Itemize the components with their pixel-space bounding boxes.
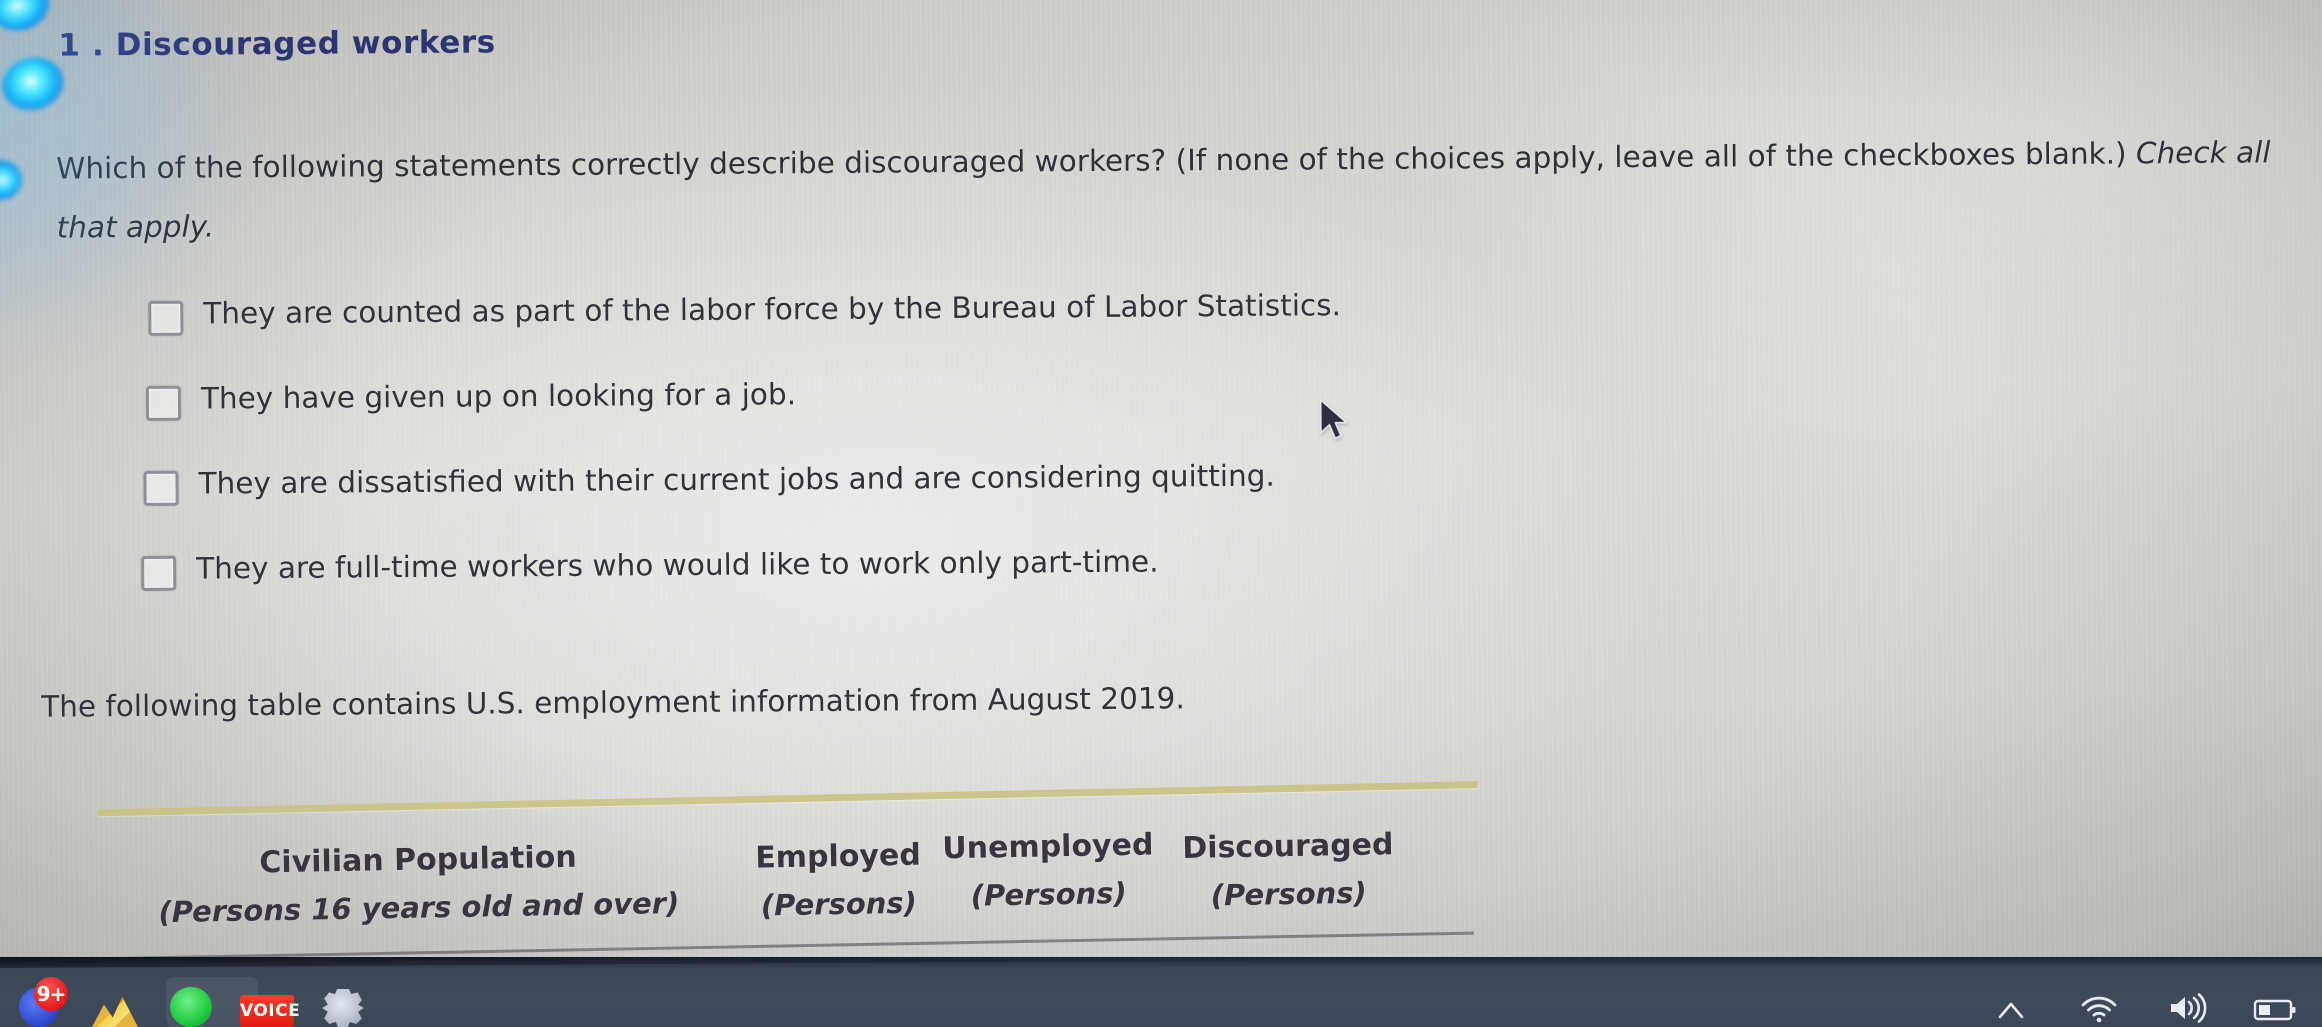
column-header-main: Discouraged <box>1182 827 1394 866</box>
checkbox-icon[interactable] <box>148 300 184 336</box>
taskbar-item-settings-app[interactable] <box>318 981 368 1027</box>
taskbar-item-green-app[interactable] <box>166 981 216 1027</box>
table-header-row: Civilian Population (Persons 16 years ol… <box>98 820 1480 943</box>
battery-icon[interactable] <box>2252 987 2298 1023</box>
column-header-sub: (Persons) <box>1210 875 1368 913</box>
screen-photo: 1 . Discouraged workers Which of the fol… <box>0 0 2322 1027</box>
voice-badge-icon: VOICE <box>240 995 300 1027</box>
table-intro-text: The following table contains U.S. employ… <box>41 681 1185 724</box>
wifi-icon[interactable] <box>2076 987 2122 1023</box>
option-label: They are dissatisfied with their current… <box>198 458 1275 501</box>
table-column-header: Civilian Population (Persons 16 years ol… <box>98 833 740 938</box>
option-row[interactable]: They have given up on looking for a job. <box>145 367 1844 464</box>
system-tray <box>1988 983 2298 1023</box>
green-circle-icon <box>170 987 212 1027</box>
table-column-header: Employed (Persons) <box>738 833 940 931</box>
table-column-header: Unemployed (Persons) <box>938 823 1160 921</box>
taskbar-app-icons: 9+ VOICE <box>14 977 368 1027</box>
chevron-up-icon[interactable] <box>1988 987 2034 1023</box>
taskbar-item-voice-app[interactable]: VOICE <box>240 981 300 1027</box>
page-title: 1 . Discouraged workers <box>58 24 496 64</box>
table-column-header: Discouraged (Persons) <box>1158 823 1420 922</box>
column-header-main: Unemployed <box>942 827 1154 867</box>
table-top-rule <box>97 781 1478 817</box>
answer-options: They are counted as part of the labor fo… <box>141 282 1845 634</box>
employment-table: Civilian Population (Persons 16 years ol… <box>97 781 1480 943</box>
gear-icon <box>322 989 364 1027</box>
column-header-sub: (Persons) <box>760 885 918 923</box>
question-prompt-plain: Which of the following statements correc… <box>56 136 2127 186</box>
taskbar: 9+ VOICE <box>0 957 2322 1027</box>
taskbar-item-chat-app[interactable]: 9+ <box>14 977 68 1027</box>
option-row[interactable]: They are dissatisfied with their current… <box>143 451 1844 548</box>
option-label: They are counted as part of the labor fo… <box>203 288 1342 331</box>
option-label: They are full-time workers who would lik… <box>196 544 1159 586</box>
option-row[interactable]: They are counted as part of the labor fo… <box>148 282 1843 379</box>
column-header-main: Employed <box>754 837 922 876</box>
mountain-photo-icon <box>92 997 138 1027</box>
checkbox-icon[interactable] <box>145 385 182 421</box>
option-row[interactable]: They are full-time workers who would lik… <box>141 536 1845 633</box>
checkbox-icon[interactable] <box>141 555 177 591</box>
column-header-sub: (Persons) <box>970 876 1128 913</box>
column-header-sub: (Persons 16 years old and over) <box>158 885 680 930</box>
mouse-cursor-icon <box>1319 398 1348 440</box>
option-label: They have given up on looking for a job. <box>200 377 797 416</box>
question-prompt: Which of the following statements correc… <box>56 123 2297 257</box>
volume-icon[interactable] <box>2164 987 2210 1023</box>
checkbox-icon[interactable] <box>143 470 179 506</box>
quiz-page: 1 . Discouraged workers Which of the fol… <box>0 0 2322 962</box>
taskbar-item-art-app[interactable] <box>90 981 140 1027</box>
notification-badge: 9+ <box>34 977 68 1011</box>
